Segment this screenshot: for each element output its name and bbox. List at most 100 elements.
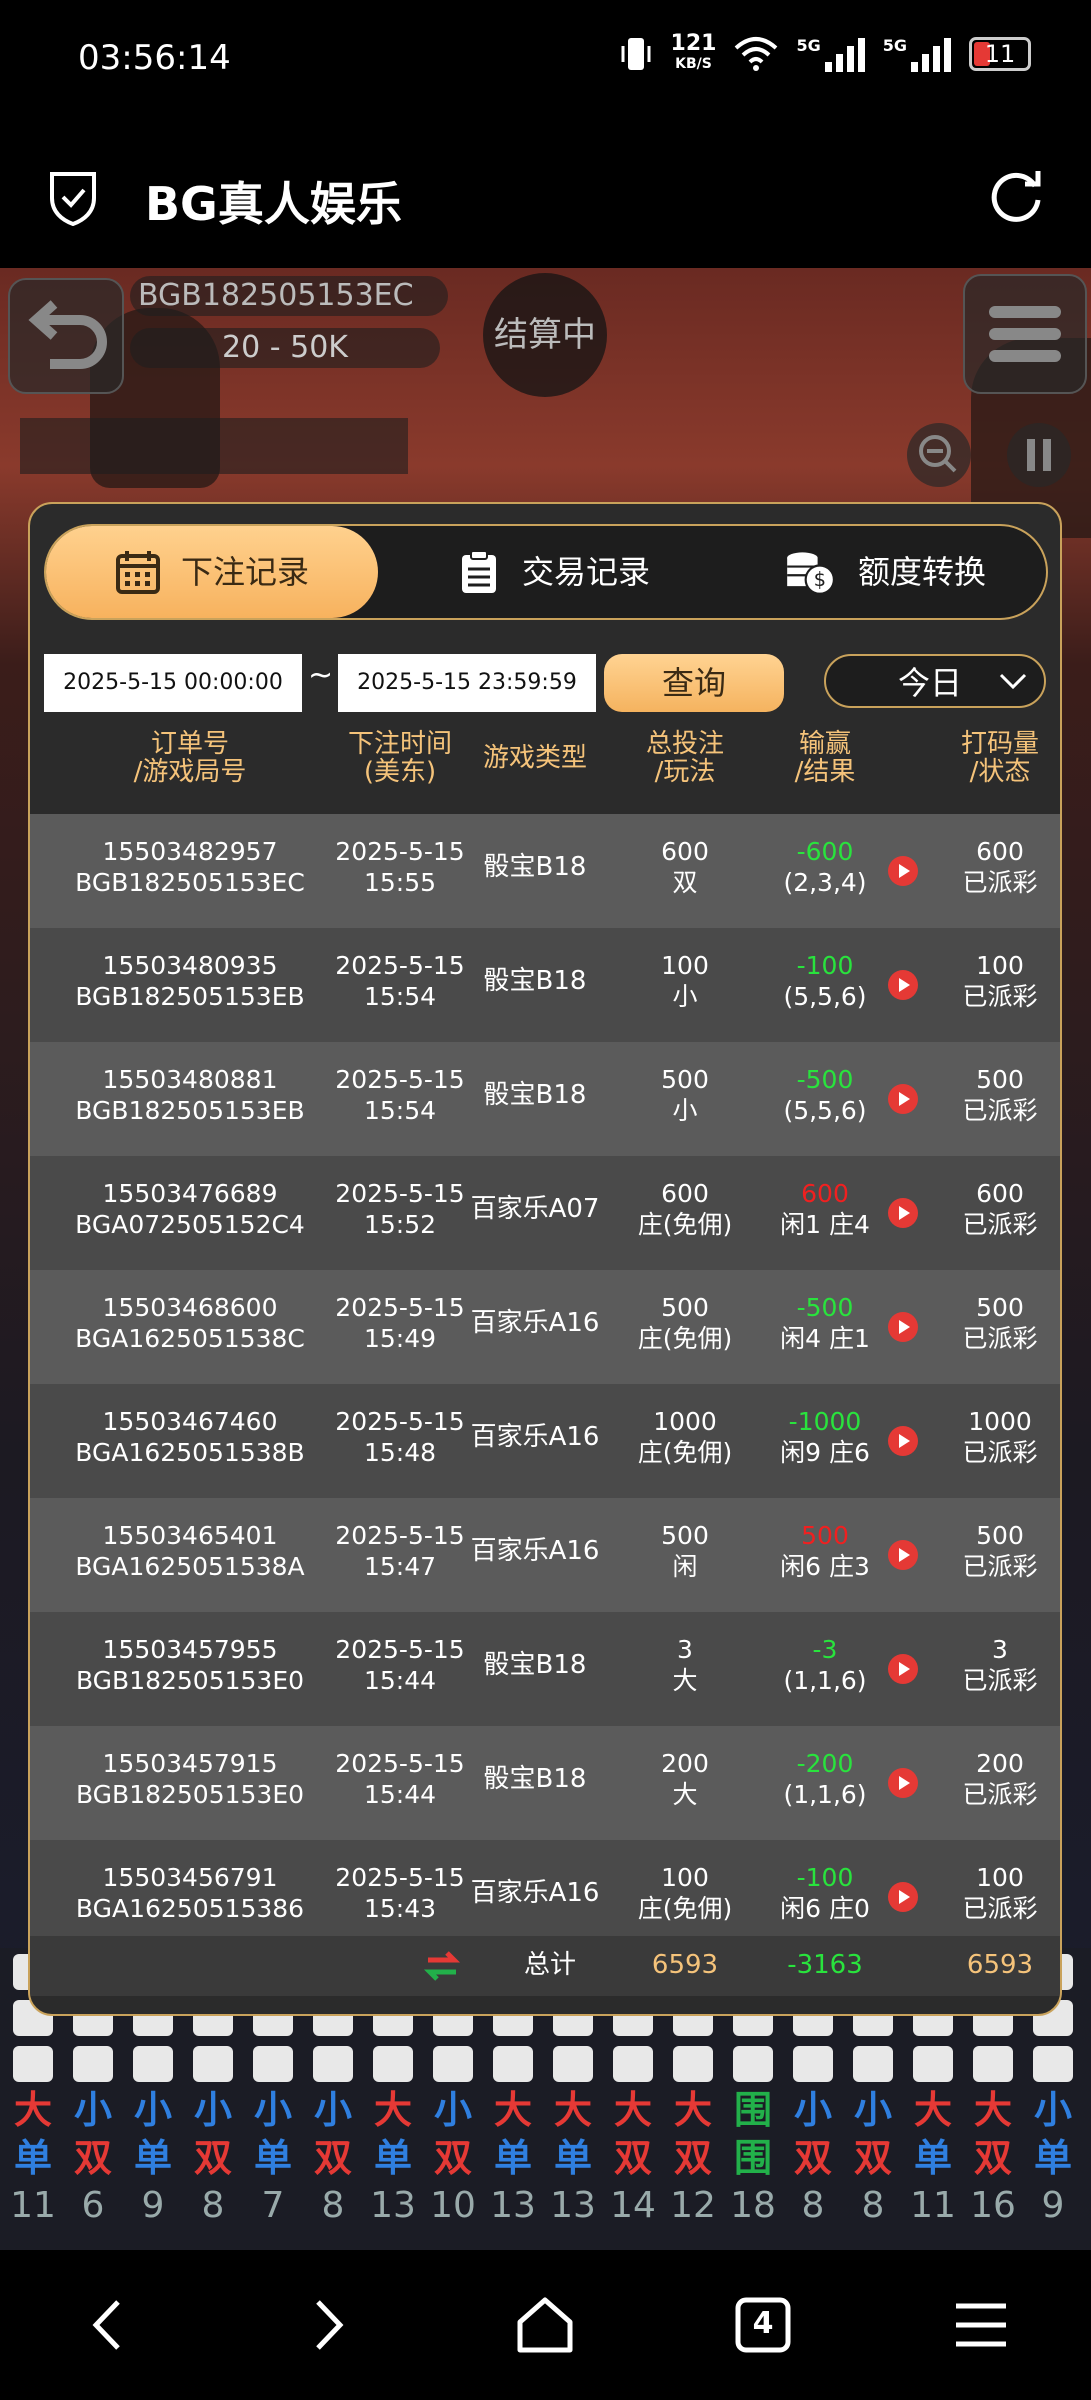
bet-play: 庄(免佣) [637,1210,733,1239]
dice-icon [853,2046,893,2082]
dice-sum: 14 [610,2185,656,2226]
back-icon[interactable] [74,2290,144,2360]
status-bar: 03:56:14 121 KB/S 5G 5G 11 [0,0,1091,120]
shield-check-icon[interactable] [46,168,100,226]
dice-sum: 13 [490,2185,536,2226]
calendar-icon [115,551,160,594]
play-replay-icon[interactable] [888,1654,918,1684]
parity-result: 单 [13,2136,52,2180]
game-result: 闲6 庄3 [780,1552,870,1581]
win-loss: 600 [801,1179,849,1208]
tab-bet-records[interactable]: 下注记录 [46,526,378,618]
bet-time: 15:44 [363,1780,437,1809]
forward-icon[interactable] [292,2290,362,2360]
bet-play: 双 [672,868,698,897]
time-cell: 2025-5-15 15:49 [330,1292,470,1354]
table-row[interactable]: 15503465401 BGA1625051538A 2025-5-15 15:47 百… [30,1498,1060,1612]
game-result: 闲4 庄1 [780,1324,870,1353]
table-row[interactable]: 15503468600 BGA1625051538C 2025-5-15 15:49 百… [30,1270,1060,1384]
col-header-time: 下注时间 (美东) [347,729,452,787]
menu-button[interactable] [963,274,1087,394]
game-type: 骰宝B18 [483,1080,587,1110]
result-cell: -600 (2,3,4) [750,836,900,898]
valid-bet: 100 [976,1863,1024,1892]
dice-icon [433,2046,473,2082]
time-cell: 2025-5-15 15:44 [330,1634,470,1696]
table-row[interactable]: 15503480935 BGB182505153EB 2025-5-15 15:54 骰… [30,928,1060,1042]
clipboard-icon [462,550,496,593]
round-id: BGB182505153EB [75,982,305,1011]
play-replay-icon[interactable] [888,1426,918,1456]
play-replay-icon[interactable] [888,1768,918,1798]
result-cell: -100 闲6 庄0 [750,1862,900,1924]
tab-credit-transfer[interactable]: $ 额度转换 [782,526,986,618]
result-cell: -500 闲4 庄1 [750,1292,900,1354]
play-replay-icon[interactable] [888,970,918,1000]
reload-icon[interactable] [985,164,1047,226]
date-range-select[interactable]: 今日 [824,654,1046,708]
table-id: BGB182505153EC [130,276,448,316]
table-row[interactable]: 15503480881 BGB182505153EB 2025-5-15 15:54 骰… [30,1042,1060,1156]
play-replay-icon[interactable] [888,1882,918,1912]
net-speed: 121 KB/S [670,31,717,73]
order-number: 15503456791 [102,1863,278,1892]
valid-cell: 1000 已派彩 [935,1406,1060,1468]
table-row[interactable]: 15503482957 BGB182505153EC 2025-5-15 15:55 骰… [30,814,1060,928]
dice-icon [253,2046,293,2082]
parity-result: 单 [913,2136,952,2180]
query-button[interactable]: 查询 [604,654,784,712]
game-type: 百家乐A16 [470,1536,600,1566]
bet-amount: 500 [661,1065,709,1094]
home-icon[interactable] [510,2290,580,2360]
bet-cell: 500 小 [620,1064,750,1126]
bet-date: 2025-5-15 [335,1065,465,1094]
tabs-button[interactable]: 4 [728,2290,798,2360]
bet-time: 15:52 [363,1210,437,1239]
menu-icon[interactable] [946,2290,1016,2360]
play-replay-icon[interactable] [888,1084,918,1114]
browser-nav-bar: 4 [0,2250,1091,2400]
bet-amount: 500 [661,1521,709,1550]
win-loss: -500 [796,1065,854,1094]
bet-amount: 200 [661,1749,709,1778]
result-cell: -500 (5,5,6) [750,1064,900,1126]
game-type: 骰宝B18 [483,966,587,996]
back-button[interactable] [8,278,124,394]
dice-sum: 8 [201,2185,225,2226]
zoom-button[interactable] [907,423,971,487]
size-result: 大 [673,2088,712,2132]
bet-time: 15:54 [363,1096,437,1125]
bet-amount: 3 [677,1635,693,1664]
table-row[interactable]: 15503476689 BGA072505152C4 2025-5-15 15:52 百… [30,1156,1060,1270]
play-replay-icon[interactable] [888,1198,918,1228]
parity-result: 单 [133,2136,172,2180]
chevron-down-icon [999,673,1027,690]
play-replay-icon[interactable] [888,856,918,886]
end-date-field[interactable]: 2025-5-15 23:59:59 [338,654,596,712]
size-result: 大 [553,2088,592,2132]
play-replay-icon[interactable] [888,1312,918,1342]
tab-transaction-records[interactable]: 交易记录 [456,526,650,618]
table-row[interactable]: 15503457915 BGB182505153E0 2025-5-15 15:44 骰… [30,1726,1060,1840]
payout-status: 已派彩 [962,868,1038,897]
game-type: 骰宝B18 [483,1650,587,1680]
dice-icon [373,2046,413,2082]
result-cell: -1000 闲9 庄6 [750,1406,900,1468]
play-replay-icon[interactable] [888,1540,918,1570]
start-date-field[interactable]: 2025-5-15 00:00:00 [44,654,302,712]
order-number: 15503465401 [102,1521,278,1550]
game-type: 骰宝B18 [483,1764,587,1794]
time-cell: 2025-5-15 15:54 [330,950,470,1012]
bet-time: 15:47 [363,1552,437,1581]
dice-sum: 9 [141,2185,165,2226]
order-number: 15503480935 [102,951,278,980]
swap-icon [423,1951,461,1981]
valid-cell: 500 已派彩 [935,1292,1060,1354]
payout-status: 已派彩 [962,1096,1038,1125]
table-row[interactable]: 15503457955 BGB182505153E0 2025-5-15 15:44 骰… [30,1612,1060,1726]
bet-date: 2025-5-15 [335,1293,465,1322]
pause-button[interactable] [1007,423,1071,487]
order-cell: 15503457915 BGB182505153E0 [40,1748,340,1810]
table-row[interactable]: 15503467460 BGA1625051538B 2025-5-15 15:48 百… [30,1384,1060,1498]
bet-amount: 500 [661,1293,709,1322]
